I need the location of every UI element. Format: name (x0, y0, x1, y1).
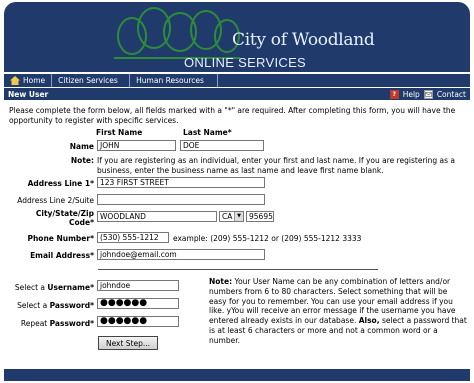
last-name-input[interactable]: DOE (180, 140, 264, 151)
address2-input[interactable] (97, 194, 265, 205)
state-select[interactable]: CA ▼ (219, 211, 244, 222)
password-input[interactable]: ●●●●●● (97, 298, 179, 309)
csz-label-line2: Code* (68, 218, 94, 227)
address1-input[interactable]: 123 FIRST STREET (97, 177, 265, 188)
email-label: Email Address* (30, 251, 94, 260)
address2-label: Address Line 2/Suite (17, 196, 94, 205)
credentials-note-bold: Note: (209, 277, 233, 286)
username-label-pre: Select a (14, 283, 48, 292)
phone-label: Phone Number* (27, 234, 94, 243)
csz-label-line1: City/State/Zip (35, 209, 94, 218)
name-note-text: If you are registering as an individual,… (97, 156, 456, 175)
note-label: Note: (70, 156, 94, 165)
first-name-input[interactable]: JOHN (97, 140, 176, 151)
main-nav: Home Citizen Services Human Resources (4, 74, 470, 87)
site-footer (4, 369, 470, 381)
trees-logo-icon (114, 7, 240, 59)
state-value: CA (222, 212, 233, 221)
last-name-header: Last Name* (183, 128, 232, 137)
password-label: Select a Password* (17, 301, 94, 310)
password-label-bold: Password (49, 301, 91, 310)
online-services-title: ONLINE SERVICES (184, 55, 307, 70)
zip-input[interactable]: 95695 (246, 211, 274, 222)
also-bold: Also, (358, 316, 380, 326)
first-name-header: First Name (96, 128, 143, 137)
phone-example: example: (209) 555-1212 or (209) 555-121… (173, 234, 362, 243)
mail-icon[interactable] (423, 89, 433, 99)
email-input[interactable]: johndoe@email.com (97, 249, 265, 260)
form-divider (98, 269, 378, 270)
credentials-note: Note: Your User Name can be any combinat… (209, 277, 467, 346)
nav-human-resources-label: Human Resources (136, 76, 204, 85)
next-step-button[interactable]: Next Step... (98, 336, 158, 350)
question-icon[interactable]: ? (389, 89, 399, 99)
contact-link[interactable]: Contact (437, 90, 466, 99)
home-icon (10, 76, 20, 85)
phone-input[interactable]: (530) 555-1212 (97, 232, 169, 243)
password-label-pre: Select a (17, 301, 50, 310)
page-title: New User (8, 89, 49, 99)
site-header: City of Woodland ONLINE SERVICES (4, 2, 470, 72)
nav-citizen-services[interactable]: Citizen Services (52, 74, 131, 87)
repeat-label-pre: Repeat (20, 319, 50, 328)
nav-citizen-services-label: Citizen Services (58, 76, 118, 85)
help-link[interactable]: Help (403, 90, 420, 99)
intro-text: Please complete the form below, all fiel… (9, 106, 456, 125)
nav-home[interactable]: Home (4, 74, 53, 87)
city-state-zip-label: City/State/Zip Code* (10, 209, 94, 227)
nav-home-label: Home (23, 76, 46, 85)
username-input[interactable]: johndoe (97, 280, 179, 291)
username-label: Select a Username* (14, 283, 94, 292)
city-input[interactable]: WOODLAND (97, 211, 217, 222)
username-label-bold: Username (47, 283, 91, 292)
name-label: Name (69, 142, 94, 151)
repeat-password-label: Repeat Password* (20, 319, 94, 328)
nav-human-resources[interactable]: Human Resources (130, 74, 219, 87)
repeat-password-input[interactable]: ●●●●●● (97, 316, 179, 327)
city-title: City of Woodland (232, 30, 375, 50)
chevron-down-icon: ▼ (234, 212, 243, 221)
page-title-bar: New User ? Help Contact (4, 88, 470, 100)
help-contact-links: ? Help Contact (389, 89, 470, 99)
address1-label: Address Line 1* (27, 179, 94, 188)
repeat-label-bold: Password (49, 319, 91, 328)
